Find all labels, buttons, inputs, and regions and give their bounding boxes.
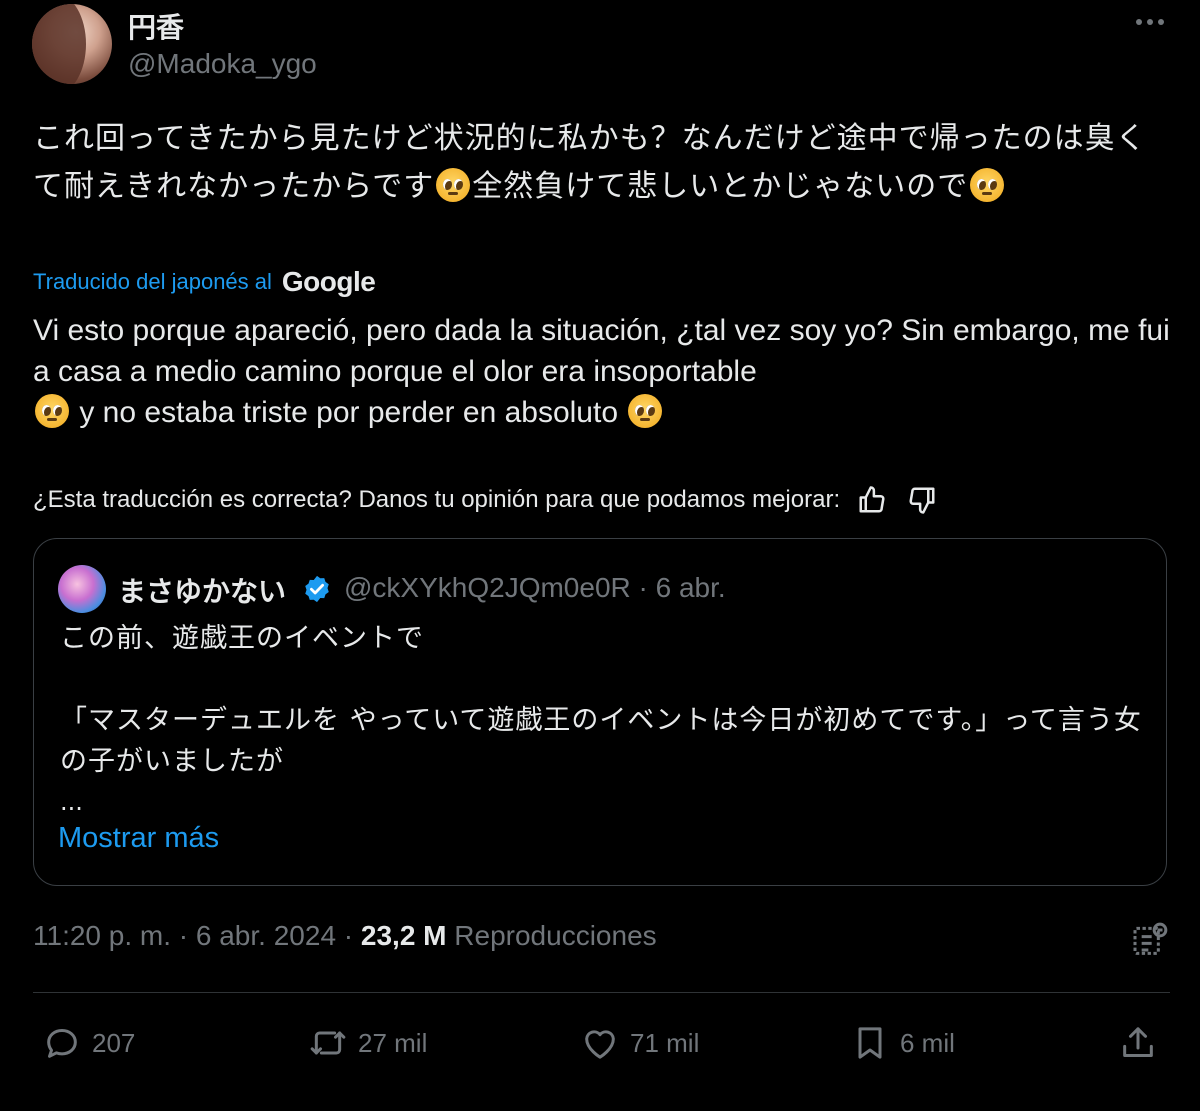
like-count: 71 mil — [630, 1027, 700, 1058]
bookmark-icon — [858, 1027, 882, 1059]
quoted-handle-and-date: @ckXYkhQ2JQm0e0R · 6 abr. — [344, 572, 726, 603]
share-button[interactable] — [1118, 1020, 1158, 1066]
tweet-meta: 11:20 p. m. · 6 abr. 2024 · 23,2 M Repro… — [33, 920, 657, 952]
tweet-timestamp[interactable]: 11:20 p. m. · 6 abr. 2024 · — [33, 920, 361, 951]
author-handle[interactable]: @Madoka_ygo — [128, 48, 317, 80]
more-dot-icon — [1147, 19, 1153, 25]
translation-feedback: ¿Esta traducción es correcta? Danos tu o… — [33, 482, 940, 518]
retweet-button[interactable]: 27 mil — [308, 1020, 427, 1066]
quoted-author-name[interactable]: まさゆかない — [118, 570, 286, 610]
quoted-author-avatar[interactable] — [58, 565, 106, 613]
reply-button[interactable]: 207 — [42, 1020, 135, 1066]
tweet-original-text: これ回ってきたから見たけど状況的に私かも？なんだけど途中で帰ったのは臭くて耐えき… — [33, 115, 1173, 211]
verified-badge-icon — [302, 574, 332, 604]
pleading-face-icon — [628, 394, 663, 428]
share-icon — [1123, 1027, 1153, 1057]
tweet-text-part: 全然負けて悲しいとかじゃないので — [472, 169, 969, 204]
retweet-icon — [310, 1031, 346, 1055]
quoted-tweet-text: この前、遊戯王のイベントで 「マスターデュエルを やっていて遊戯王のイベントは今… — [60, 618, 1150, 782]
like-button[interactable]: 71 mil — [580, 1020, 699, 1066]
heart-icon — [585, 1030, 615, 1059]
reply-count: 207 — [92, 1027, 136, 1058]
tweet-translated-text: Vi esto porque apareció, pero dada la si… — [33, 310, 1173, 433]
reply-icon — [47, 1029, 77, 1058]
divider — [33, 992, 1170, 993]
more-options-button[interactable] — [1128, 8, 1172, 36]
pleading-face-icon — [35, 394, 69, 428]
views-label: Reproducciones — [454, 920, 657, 951]
thumbs-down-icon[interactable] — [904, 482, 940, 518]
retweet-count: 27 mil — [358, 1027, 428, 1058]
pleading-face-icon — [436, 168, 471, 202]
bookmark-button[interactable]: 6 mil — [850, 1020, 955, 1066]
more-dot-icon — [1158, 19, 1164, 25]
quoted-text-line: 「マスターデュエルを やっていて遊戯王のイベントは今日が初めてです。」って言う女… — [60, 705, 1142, 777]
author-avatar[interactable] — [32, 4, 112, 84]
translated-by-label[interactable]: Traducido del japonés al — [33, 269, 272, 295]
more-dot-icon — [1136, 19, 1142, 25]
author-display-name[interactable]: 円香 — [128, 6, 184, 46]
analytics-icon[interactable] — [1130, 920, 1170, 960]
quoted-text-line: この前、遊戯王のイベントで — [60, 623, 424, 654]
views-count: 23,2 M — [360, 920, 447, 951]
feedback-prompt: ¿Esta traducción es correcta? Danos tu o… — [33, 486, 841, 513]
translated-text-part: Vi esto porque apareció, pero dada la si… — [33, 314, 1170, 388]
pleading-face-icon — [970, 168, 1005, 202]
thumbs-up-icon[interactable] — [854, 482, 890, 518]
show-more-link[interactable]: Mostrar más — [58, 822, 219, 855]
google-logo: Google — [281, 266, 376, 297]
quoted-ellipsis: ... — [60, 788, 83, 816]
translation-attribution: Traducido del japonés al Google — [33, 266, 376, 298]
translated-text-part: y no estaba triste por perder en absolut… — [79, 396, 619, 429]
bookmark-count: 6 mil — [900, 1027, 955, 1058]
